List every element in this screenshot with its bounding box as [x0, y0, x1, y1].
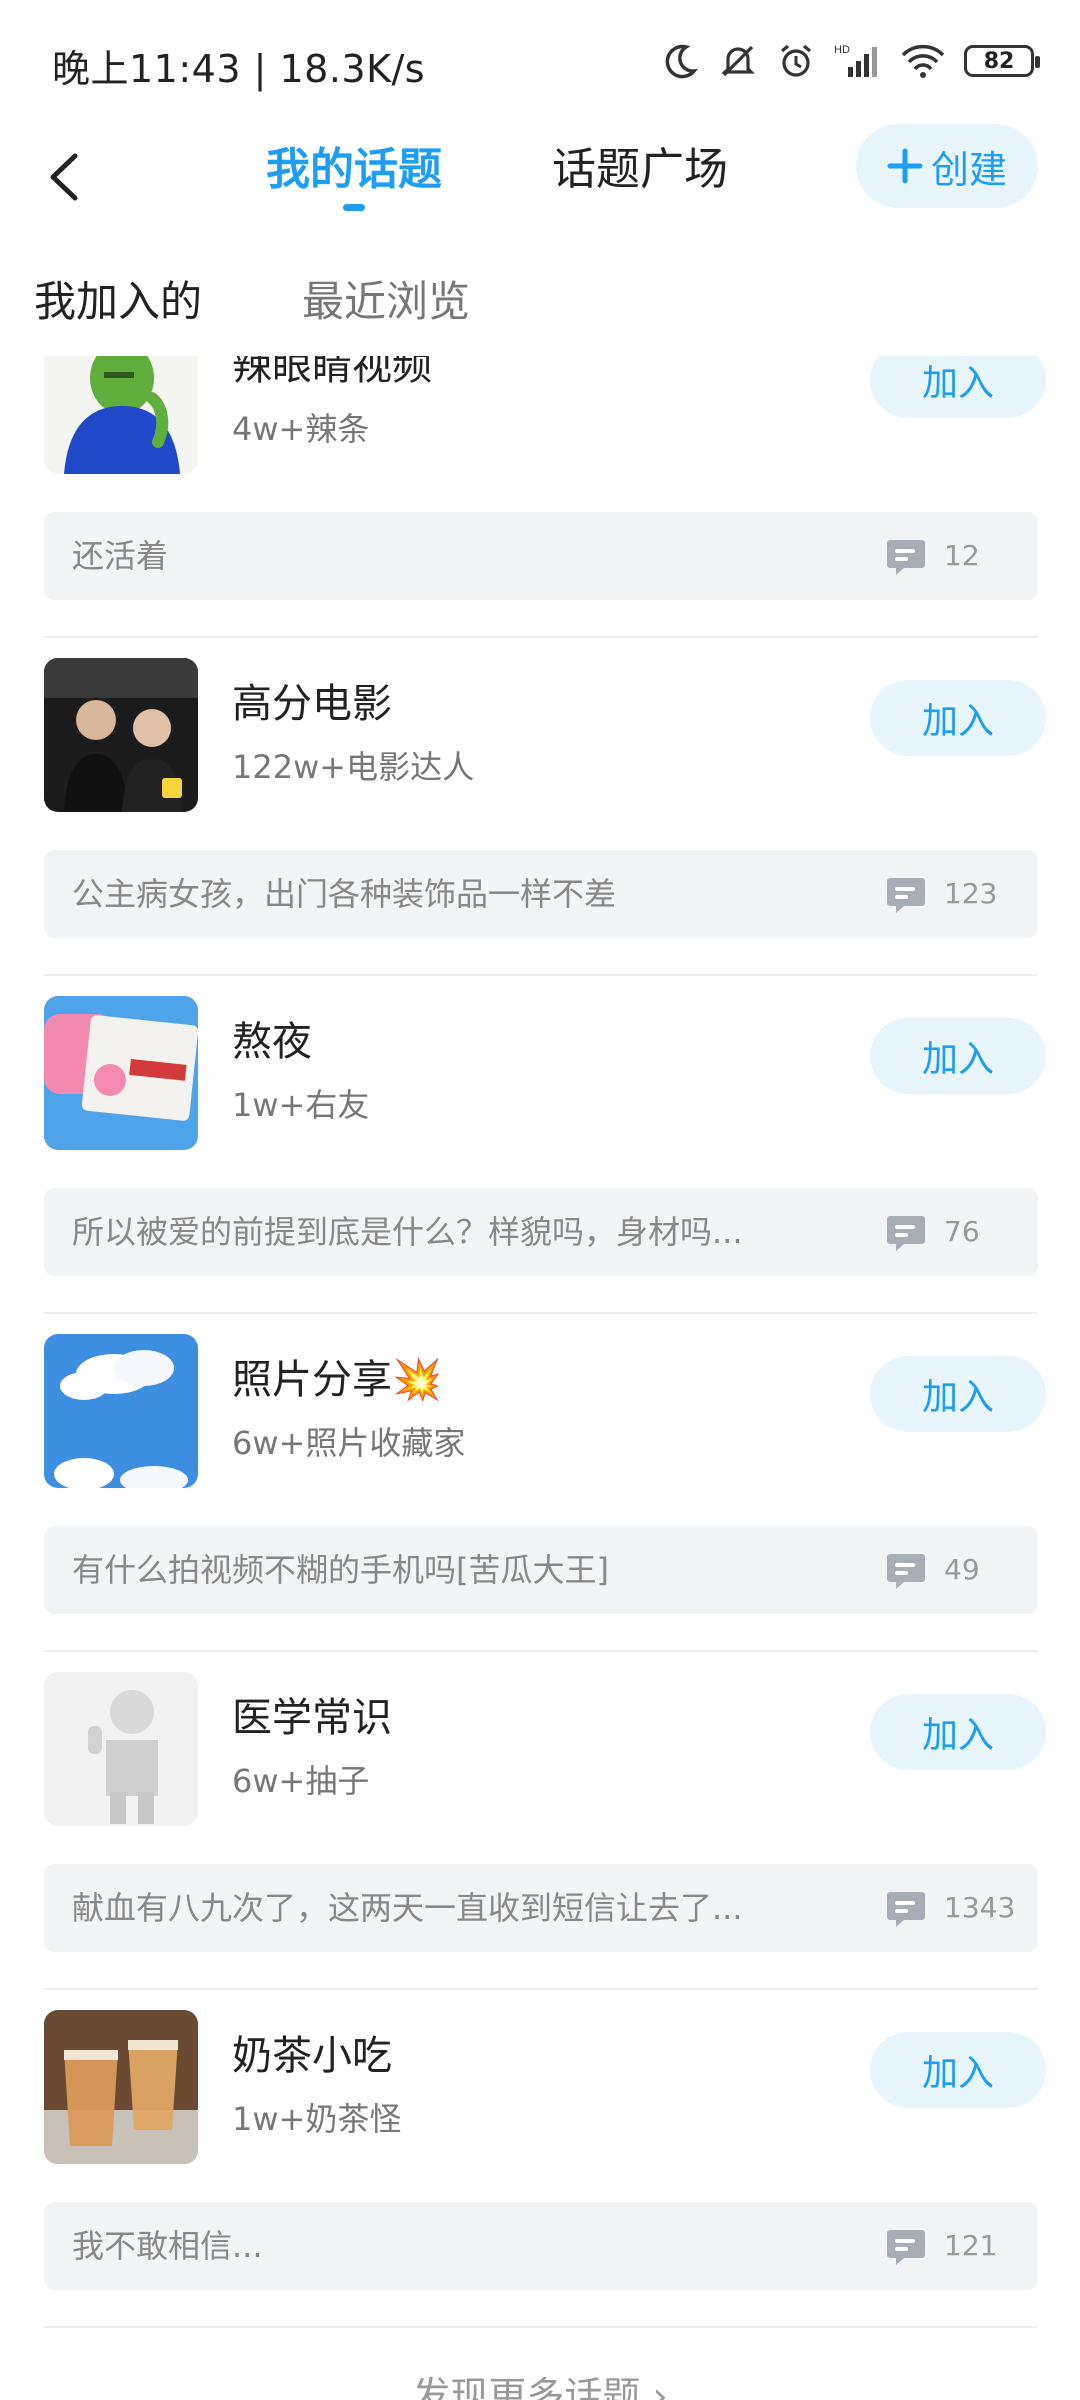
- svg-text:HD: HD: [834, 44, 850, 56]
- tab-my-topics[interactable]: 我的话题: [266, 140, 442, 200]
- bell-off-icon: [721, 45, 755, 77]
- divider: [44, 2326, 1038, 2328]
- discover-more-link[interactable]: 发现更多话题 ›: [0, 2365, 1080, 2400]
- subtab-bar: 我加入的 最近浏览: [0, 262, 1080, 342]
- list-item[interactable]: 辣眼睛视频 4w+辣条 加入 还活着 12: [0, 356, 1080, 658]
- subtab-recent[interactable]: 最近浏览: [302, 272, 470, 332]
- topic-title: 照片分享💥: [232, 1357, 442, 1403]
- divider: [44, 636, 1038, 638]
- topic-members: 1w+右友: [232, 1086, 370, 1124]
- comment-count: 1343: [944, 1891, 1016, 1924]
- post-text: 所以被爱的前提到底是什么？样貌吗，身材吗...: [72, 1213, 743, 1251]
- comment-icon: [887, 1554, 925, 1589]
- comment-icon: [887, 540, 925, 575]
- back-arrow-icon: [50, 153, 78, 201]
- topic-members: 6w+抽子: [232, 1762, 370, 1800]
- subtab-joined[interactable]: 我加入的: [34, 272, 202, 332]
- status-icons: HD 82: [660, 36, 1040, 86]
- join-button[interactable]: 加入: [870, 2032, 1046, 2108]
- latest-post[interactable]: 有什么拍视频不糊的手机吗[苦瓜大王] 49: [44, 1526, 1038, 1614]
- latest-post[interactable]: 还活着 12: [44, 512, 1038, 600]
- topic-title: 奶茶小吃: [232, 2033, 392, 2079]
- post-text: 我不敢相信...: [72, 2227, 263, 2265]
- join-button[interactable]: 加入: [870, 1018, 1046, 1094]
- topic-members: 6w+照片收藏家: [232, 1424, 466, 1462]
- tab-topic-square[interactable]: 话题广场: [552, 140, 728, 200]
- signal-icon: HD: [834, 44, 877, 77]
- join-button[interactable]: 加入: [870, 1694, 1046, 1770]
- topic-thumbnail: [44, 356, 198, 474]
- header: 我的话题 话题广场 创建: [0, 120, 1080, 230]
- active-tab-indicator: [343, 204, 365, 211]
- list-item[interactable]: 照片分享💥 6w+照片收藏家 加入 有什么拍视频不糊的手机吗[苦瓜大王] 49: [0, 1334, 1080, 1672]
- create-button[interactable]: 创建: [856, 124, 1038, 208]
- join-button[interactable]: 加入: [870, 1356, 1046, 1432]
- battery-icon: 82: [964, 45, 1040, 77]
- create-label: 创建: [930, 147, 1007, 192]
- wifi-icon: [901, 44, 945, 78]
- topic-members: 122w+电影达人: [232, 748, 475, 786]
- post-text: 献血有八九次了，这两天一直收到短信让去了...: [72, 1889, 743, 1927]
- list-item[interactable]: 高分电影 122w+电影达人 加入 公主病女孩，出门各种装饰品一样不差 123: [0, 658, 1080, 996]
- divider: [44, 1988, 1038, 1990]
- comment-icon: [887, 1216, 925, 1251]
- topic-thumbnail: [44, 2010, 198, 2164]
- topic-members: 4w+辣条: [232, 410, 370, 448]
- comment-icon: [887, 1892, 925, 1927]
- latest-post[interactable]: 公主病女孩，出门各种装饰品一样不差 123: [44, 850, 1038, 938]
- topic-thumbnail: [44, 1672, 198, 1826]
- comment-count: 121: [944, 2229, 998, 2262]
- topic-list: 辣眼睛视频 4w+辣条 加入 还活着 12 高分电影 122w+电影达人 加入: [0, 356, 1080, 2400]
- alarm-icon: [780, 44, 812, 77]
- comment-count: 76: [944, 1215, 980, 1248]
- moon-icon: [665, 44, 698, 79]
- list-item[interactable]: 熬夜 1w+右友 加入 所以被爱的前提到底是什么？样貌吗，身材吗... 76: [0, 996, 1080, 1334]
- comment-icon: [887, 878, 925, 913]
- topic-thumbnail: [44, 1334, 198, 1488]
- post-text: 公主病女孩，出门各种装饰品一样不差: [72, 875, 617, 913]
- latest-post[interactable]: 我不敢相信... 121: [44, 2202, 1038, 2290]
- comment-icon: [887, 2230, 925, 2265]
- post-text: 还活着: [72, 537, 169, 575]
- join-button[interactable]: 加入: [870, 680, 1046, 756]
- topic-title: 辣眼睛视频: [232, 356, 432, 389]
- comment-count: 49: [944, 1553, 980, 1586]
- post-text: 有什么拍视频不糊的手机吗[苦瓜大王]: [72, 1551, 609, 1589]
- latest-post[interactable]: 所以被爱的前提到底是什么？样貌吗，身材吗... 76: [44, 1188, 1038, 1276]
- comment-count: 123: [944, 877, 998, 910]
- topic-thumbnail: [44, 658, 198, 812]
- status-time-speed: 晚上11:43 | 18.3K/s: [52, 47, 426, 91]
- list-item[interactable]: 医学常识 6w+抽子 加入 献血有八九次了，这两天一直收到短信让去了... 13…: [0, 1672, 1080, 2010]
- topic-members: 1w+奶茶怪: [232, 2100, 402, 2138]
- topic-title: 熬夜: [232, 1019, 312, 1065]
- topic-title: 医学常识: [232, 1695, 392, 1741]
- latest-post[interactable]: 献血有八九次了，这两天一直收到短信让去了... 1343: [44, 1864, 1038, 1952]
- back-button[interactable]: [30, 142, 100, 212]
- comment-count: 12: [944, 539, 980, 572]
- list-item[interactable]: 奶茶小吃 1w+奶茶怪 加入 我不敢相信... 121: [0, 2010, 1080, 2348]
- topic-title: 高分电影: [232, 681, 392, 727]
- plus-icon: [887, 148, 923, 184]
- topic-thumbnail: [44, 996, 198, 1150]
- status-bar: 晚上11:43 | 18.3K/s HD 82: [0, 0, 1080, 120]
- divider: [44, 974, 1038, 976]
- divider: [44, 1650, 1038, 1652]
- divider: [44, 1312, 1038, 1314]
- join-button[interactable]: 加入: [870, 356, 1046, 418]
